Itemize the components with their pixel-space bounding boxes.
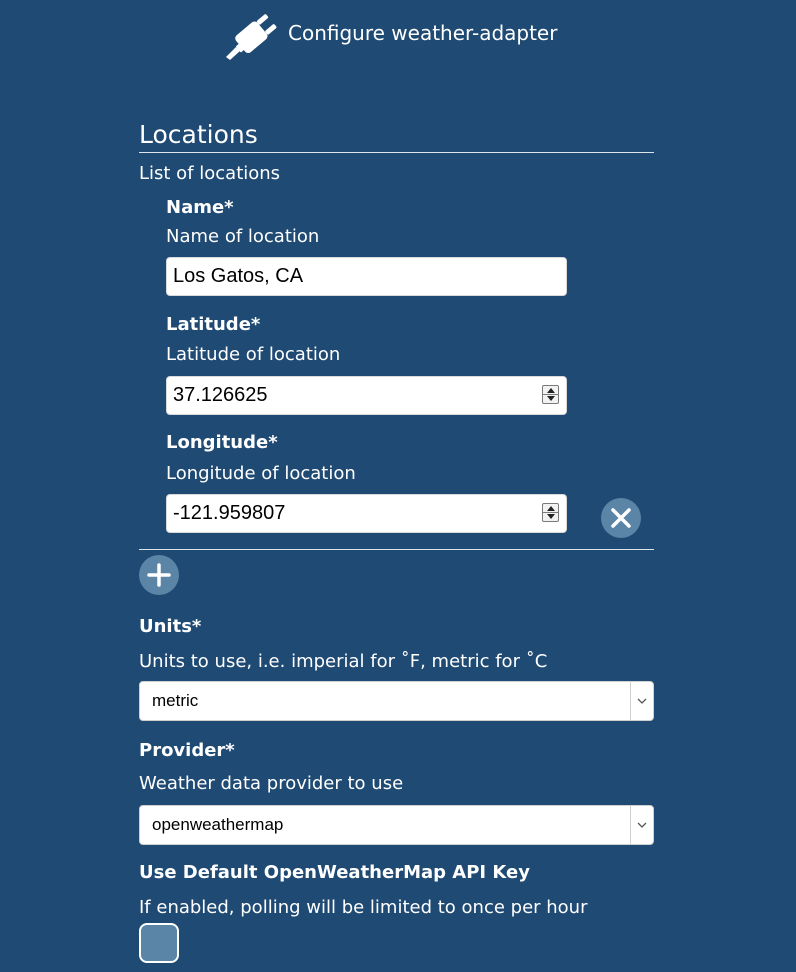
name-input[interactable]: Los Gatos, CA xyxy=(166,257,567,296)
units-selected-value: metric xyxy=(152,691,199,710)
plug-icon xyxy=(226,14,277,60)
locations-description: List of locations xyxy=(139,163,281,184)
stepper-down-icon[interactable] xyxy=(547,514,555,519)
stepper-divider xyxy=(543,512,558,513)
close-icon xyxy=(611,508,631,528)
longitude-field: -121.959807 xyxy=(166,494,567,533)
latitude-label: Latitude* xyxy=(166,314,261,335)
add-location-button[interactable] xyxy=(139,555,179,595)
latitude-stepper[interactable] xyxy=(542,385,559,404)
longitude-input[interactable]: -121.959807 xyxy=(166,494,567,533)
plus-icon xyxy=(147,563,171,587)
name-label: Name* xyxy=(166,197,234,218)
chevron-down-icon[interactable] xyxy=(630,682,653,720)
chevron-down-icon[interactable] xyxy=(630,806,653,844)
stepper-down-icon[interactable] xyxy=(547,396,555,401)
units-select[interactable]: metric xyxy=(139,681,654,721)
default-key-checkbox[interactable] xyxy=(139,923,179,963)
default-key-label: Use Default OpenWeatherMap API Key xyxy=(139,862,530,883)
units-description: Units to use, i.e. imperial for ˚F, metr… xyxy=(139,651,548,672)
section-divider xyxy=(139,152,654,153)
longitude-description: Longitude of location xyxy=(166,463,356,484)
remove-location-button[interactable] xyxy=(601,498,641,538)
longitude-label: Longitude* xyxy=(166,432,278,453)
latitude-input[interactable]: 37.126625 xyxy=(166,376,567,415)
default-key-description: If enabled, polling will be limited to o… xyxy=(139,897,588,918)
locations-section-title: Locations xyxy=(139,120,258,149)
name-description: Name of location xyxy=(166,226,320,247)
stepper-divider xyxy=(543,394,558,395)
stepper-up-icon[interactable] xyxy=(547,388,555,393)
header: Configure weather-adapter xyxy=(0,0,796,70)
latitude-description: Latitude of location xyxy=(166,344,341,365)
units-label: Units* xyxy=(139,616,202,637)
provider-description: Weather data provider to use xyxy=(139,773,404,794)
provider-select[interactable]: openweathermap xyxy=(139,805,654,845)
stepper-up-icon[interactable] xyxy=(547,506,555,511)
latitude-field: 37.126625 xyxy=(166,376,567,415)
provider-label: Provider* xyxy=(139,740,235,761)
longitude-stepper[interactable] xyxy=(542,503,559,522)
provider-selected-value: openweathermap xyxy=(152,815,284,834)
location-item-divider xyxy=(139,549,654,550)
page-title: Configure weather-adapter xyxy=(288,21,558,45)
